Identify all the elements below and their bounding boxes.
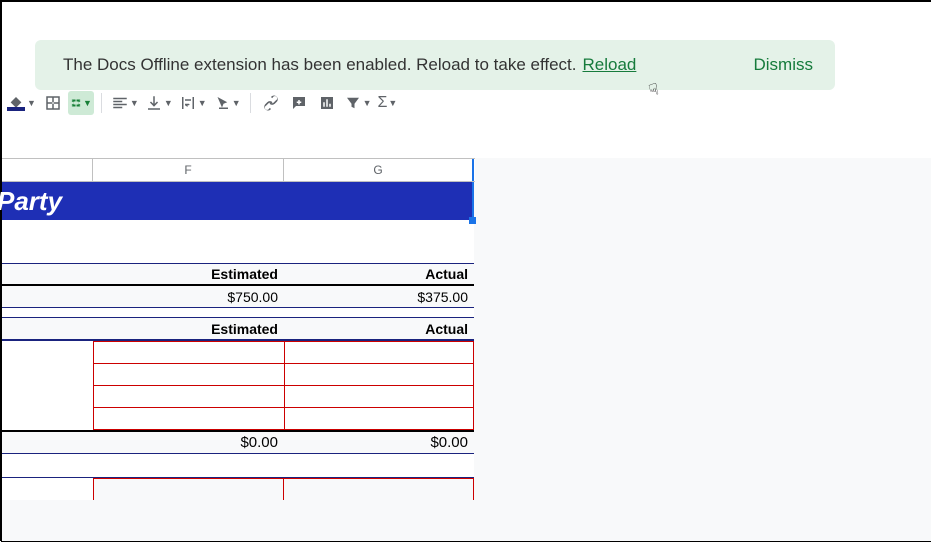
text-wrap-button[interactable]: ▼: [177, 94, 209, 112]
header-estimated[interactable]: Estimated: [93, 264, 284, 286]
detail-row-start[interactable]: [2, 478, 474, 500]
borders-button[interactable]: [40, 91, 66, 115]
spreadsheet-area[interactable]: F G Party Estimated Actual $750.00 $375.…: [2, 158, 931, 541]
title-row[interactable]: Party: [2, 182, 474, 220]
cell[interactable]: [2, 286, 93, 308]
cell[interactable]: [94, 364, 285, 386]
align-left-icon: [111, 94, 129, 112]
insert-comment-button[interactable]: [286, 91, 312, 115]
offline-extension-banner: The Docs Offline extension has been enab…: [35, 40, 835, 90]
totals-row[interactable]: $0.00 $0.00: [2, 432, 474, 454]
text-rotation-button[interactable]: ▼: [211, 94, 243, 112]
value-actual[interactable]: $375.00: [284, 286, 474, 308]
column-header-f[interactable]: F: [93, 159, 284, 181]
header-actual[interactable]: Actual: [284, 264, 474, 286]
spacer-row[interactable]: [2, 308, 474, 318]
cell[interactable]: [2, 432, 93, 454]
column-headers: F G: [2, 158, 475, 182]
toolbar-separator: [101, 93, 102, 113]
chart-icon: [318, 94, 336, 112]
rotation-icon: [213, 94, 231, 112]
header-actual[interactable]: Actual: [284, 318, 474, 340]
insert-link-button[interactable]: [258, 91, 284, 115]
cell[interactable]: [284, 478, 474, 500]
cell[interactable]: [285, 386, 474, 408]
column-header-g[interactable]: G: [284, 159, 474, 181]
filter-button[interactable]: ▼: [342, 94, 374, 112]
cell[interactable]: [93, 478, 284, 500]
spacer-row[interactable]: [2, 454, 474, 478]
section1-header-row[interactable]: Estimated Actual: [2, 264, 474, 286]
section2-header-row[interactable]: Estimated Actual: [2, 318, 474, 340]
wrap-icon: [179, 94, 197, 112]
section1-value-row[interactable]: $750.00 $375.00: [2, 286, 474, 308]
grid[interactable]: Party Estimated Actual $750.00 $375.00 E…: [2, 182, 474, 500]
detail-block[interactable]: [2, 340, 474, 432]
cell[interactable]: [94, 386, 285, 408]
title-cell: Party: [0, 186, 62, 217]
functions-button[interactable]: Σ▼: [376, 94, 400, 112]
cell[interactable]: [2, 264, 93, 286]
vertical-align-button[interactable]: ▼: [143, 94, 175, 112]
borders-icon: [44, 94, 62, 112]
cell[interactable]: [285, 408, 474, 430]
fill-color-icon: ◆: [6, 96, 26, 111]
merge-cells-icon: [70, 94, 82, 112]
comment-icon: [290, 94, 308, 112]
cell[interactable]: [285, 342, 474, 364]
detail-table[interactable]: [93, 341, 474, 430]
cell[interactable]: [2, 318, 93, 340]
cursor-icon: ☟: [647, 79, 662, 101]
sigma-icon: Σ: [378, 94, 388, 112]
toolbar: ◆ ▼ ▼ ▼ ▼ ▼ ▼ ▼ Σ▼: [4, 90, 399, 116]
cell[interactable]: [285, 364, 474, 386]
horizontal-align-button[interactable]: ▼: [109, 94, 141, 112]
dismiss-button[interactable]: Dismiss: [754, 55, 814, 75]
column-header-e[interactable]: [2, 159, 93, 181]
insert-chart-button[interactable]: [314, 91, 340, 115]
out-of-sheet-area: [475, 158, 931, 541]
valign-bottom-icon: [145, 94, 163, 112]
cell[interactable]: [94, 408, 285, 430]
filter-icon: [344, 94, 362, 112]
spacer-row[interactable]: [2, 220, 474, 264]
banner-message: The Docs Offline extension has been enab…: [63, 55, 577, 75]
link-icon: [262, 94, 280, 112]
fill-color-button[interactable]: ◆ ▼: [4, 96, 38, 111]
total-actual[interactable]: $0.00: [284, 432, 474, 454]
reload-link[interactable]: Reload: [583, 55, 637, 75]
merge-cells-button[interactable]: ▼: [68, 91, 94, 115]
cell[interactable]: [94, 342, 285, 364]
toolbar-separator: [250, 93, 251, 113]
value-estimated[interactable]: $750.00: [93, 286, 284, 308]
total-estimated[interactable]: $0.00: [93, 432, 284, 454]
header-estimated[interactable]: Estimated: [93, 318, 284, 340]
